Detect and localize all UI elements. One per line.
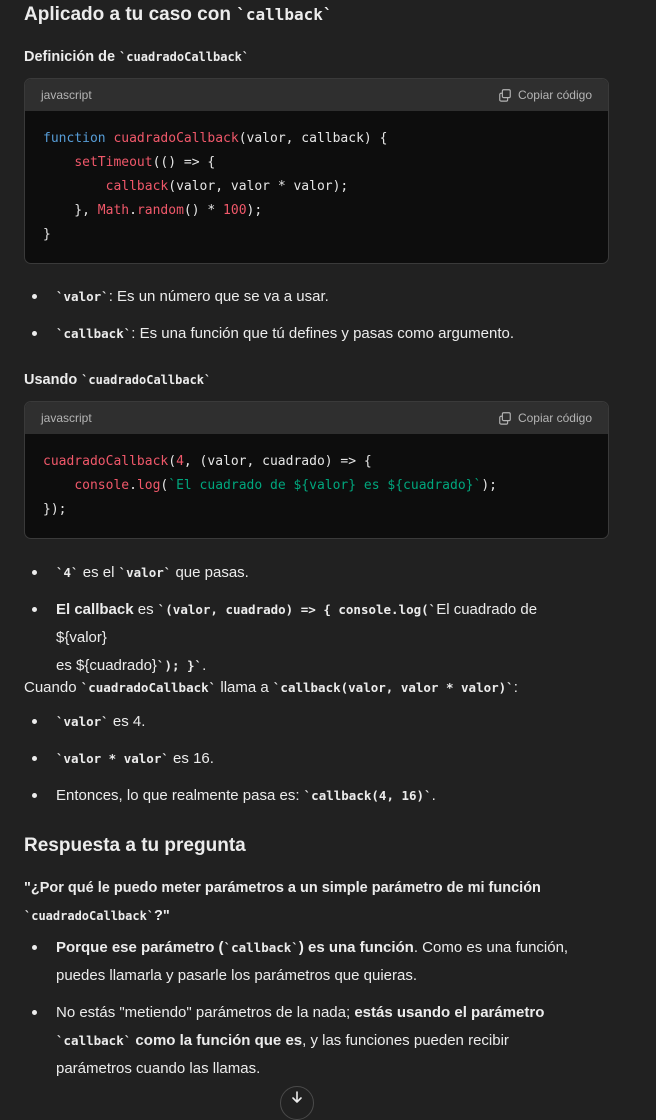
inline-code: `); }` xyxy=(156,658,203,673)
inline-code: `4` xyxy=(56,565,79,580)
list-item-text: . xyxy=(431,787,436,804)
list-item-text: parámetros cuando las llamas. xyxy=(56,1060,261,1077)
list-item: Porque ese parámetro (`callback`) es una… xyxy=(32,934,592,990)
copy-code-label: Copiar código xyxy=(517,411,592,425)
list-item-text: . xyxy=(202,657,207,674)
list-item-text: es 4. xyxy=(108,713,146,730)
question-line: "¿Por qué le puedo meter parámetros a un… xyxy=(24,880,541,896)
inline-code: `valor` xyxy=(56,714,109,729)
inline-code: `valor` xyxy=(56,289,109,304)
inline-code: `callback(valor, valor * valor)` xyxy=(272,680,514,695)
list-item: Entonces, lo que realmente pasa es: `cal… xyxy=(32,782,436,810)
list-item: No estás "metiendo" parámetros de la nad… xyxy=(32,999,592,1083)
paragraph: Cuando `cuadradoCallback` llama a `callb… xyxy=(24,676,518,700)
arrow-down-icon xyxy=(292,1091,302,1103)
inline-code: `callback` xyxy=(56,1033,132,1048)
list-item-bold: ) es una función xyxy=(298,939,414,956)
code-block-header: javascript Copiar código xyxy=(25,402,608,434)
section-heading: Aplicado a tu caso con `callback` xyxy=(24,4,333,26)
list-item-text: es 16. xyxy=(168,750,214,767)
question-text: "¿Por qué le puedo meter parámetros a un… xyxy=(24,874,624,930)
code-block-header: javascript Copiar código xyxy=(25,79,608,111)
definition-heading-text: Definición de xyxy=(24,49,120,65)
definition-heading-code: `cuadradoCallback` xyxy=(119,50,250,64)
list-item-text: es el xyxy=(78,564,119,581)
code-block-definition: javascript Copiar código function cuadra… xyxy=(24,78,609,264)
list-item-text: puedes llamarla y pasarle los parámetros… xyxy=(56,967,418,984)
scroll-down-button[interactable] xyxy=(280,1086,314,1120)
inline-code: `valor * valor` xyxy=(56,751,169,766)
paragraph-text: llama a xyxy=(216,679,273,696)
list-item-text: No estás "metiendo" parámetros de la nad… xyxy=(56,1004,355,1021)
list-item-text: . Como es una función, xyxy=(413,939,569,956)
usage-heading: Usando `cuadradoCallback` xyxy=(24,372,211,388)
code-language-label: javascript xyxy=(41,88,92,102)
list-item: `valor * valor` es 16. xyxy=(32,745,214,773)
inline-code: `cuadradoCallback` xyxy=(24,909,155,923)
paragraph-text: : xyxy=(513,679,518,696)
inline-code: `callback` xyxy=(56,326,132,341)
list-item: El callback es `(valor, cuadrado) => { c… xyxy=(32,596,592,680)
copy-code-label: Copiar código xyxy=(517,88,592,102)
inline-code: `callback` xyxy=(223,940,299,955)
inline-code: `valor` xyxy=(118,565,172,580)
list-item: `callback`: Es una función que tú define… xyxy=(32,320,514,348)
code-language-label: javascript xyxy=(41,411,92,425)
code-block-usage: javascript Copiar código cuadradoCallbac… xyxy=(24,401,609,539)
answer-heading: Respuesta a tu pregunta xyxy=(24,835,246,856)
question-line: ?" xyxy=(154,908,170,924)
copy-icon xyxy=(499,89,511,102)
list-item-text: , y las funciones pueden recibir xyxy=(302,1032,509,1049)
code-content: function cuadradoCallback(valor, callbac… xyxy=(43,131,388,242)
code-content: cuadradoCallback(4, (valor, cuadrado) =>… xyxy=(43,454,497,517)
copy-code-button[interactable]: Copiar código xyxy=(498,411,592,425)
heading-text: Aplicado a tu caso con xyxy=(24,4,237,25)
list-item: `valor` es 4. xyxy=(32,708,145,736)
definition-heading: Definición de `cuadradoCallback` xyxy=(24,49,249,65)
paragraph-text: Cuando xyxy=(24,679,81,696)
usage-heading-code: `cuadradoCallback` xyxy=(81,373,212,387)
list-item-bold: estás usando el parámetro xyxy=(354,1004,545,1021)
list-item-text: : Es un número que se va a usar. xyxy=(108,288,329,305)
list-item-bold: como la función que es xyxy=(131,1032,303,1049)
usage-heading-text: Usando xyxy=(24,372,82,388)
copy-code-button[interactable]: Copiar código xyxy=(498,88,592,102)
heading-code: `callback` xyxy=(236,5,333,24)
inline-code: `(valor, cuadrado) => { console.log(` xyxy=(157,602,437,617)
list-item-text: : Es una función que tú defines y pasas … xyxy=(131,325,514,342)
list-item: `4` es el `valor` que pasas. xyxy=(32,559,249,587)
list-item-text: es xyxy=(133,601,158,618)
list-item-bold: El callback xyxy=(56,601,134,618)
list-item: `valor`: Es un número que se va a usar. xyxy=(32,283,329,311)
list-item-text: es ${cuadrado} xyxy=(56,657,157,674)
copy-icon xyxy=(499,412,511,425)
list-item-bold: Porque ese parámetro ( xyxy=(56,939,224,956)
list-item-text: Entonces, lo que realmente pasa es: xyxy=(56,787,304,804)
inline-code: `callback(4, 16)` xyxy=(303,788,432,803)
inline-code: `cuadradoCallback` xyxy=(80,680,217,695)
list-item-text: que pasas. xyxy=(171,564,249,581)
